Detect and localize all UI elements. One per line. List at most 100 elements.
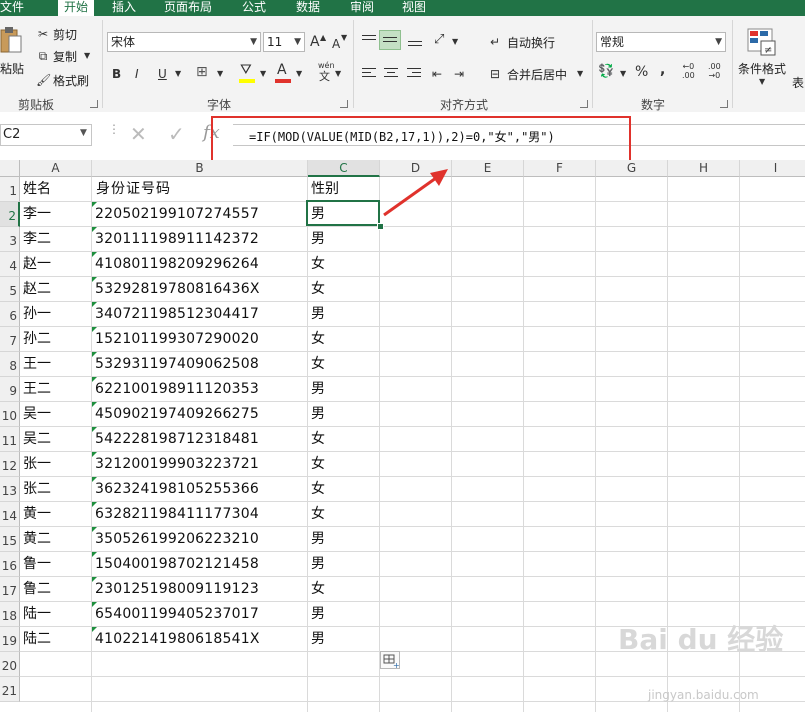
- tab-5[interactable]: 数据: [296, 0, 320, 16]
- cell-gender[interactable]: 女: [311, 279, 325, 299]
- header-name[interactable]: 姓名: [23, 179, 51, 199]
- alignment-launcher-icon[interactable]: [580, 100, 588, 108]
- chevron-down-icon[interactable]: ▼: [80, 128, 87, 138]
- fill-color-icon[interactable]: ⛛: [240, 62, 252, 78]
- number-launcher-icon[interactable]: [720, 100, 728, 108]
- chevron-down-icon[interactable]: ▼: [335, 66, 341, 82]
- font-launcher-icon[interactable]: [340, 100, 348, 108]
- column-header-b[interactable]: B: [92, 160, 308, 177]
- cell-id[interactable]: 41022141980618541X: [95, 629, 260, 649]
- row-header-19[interactable]: 19: [0, 627, 20, 652]
- row-header-4[interactable]: 4: [0, 252, 20, 277]
- row-header-18[interactable]: 18: [0, 602, 20, 627]
- align-center-icon[interactable]: [384, 68, 398, 80]
- cell-name[interactable]: 吴一: [23, 404, 51, 424]
- cell-gender[interactable]: 男: [311, 379, 325, 399]
- border-icon[interactable]: ⊞: [196, 64, 208, 80]
- cell-name[interactable]: 吴二: [23, 429, 51, 449]
- bold-button[interactable]: B: [112, 66, 121, 82]
- format-table-label[interactable]: 表: [792, 74, 804, 91]
- align-middle-button[interactable]: [379, 30, 401, 50]
- cell-gender[interactable]: 女: [311, 454, 325, 474]
- align-right-icon[interactable]: [407, 68, 421, 80]
- underline-button[interactable]: U: [158, 66, 167, 82]
- column-header-a[interactable]: A: [20, 160, 92, 177]
- cell-id[interactable]: 320111198911142372: [95, 229, 259, 249]
- fill-handle[interactable]: [377, 223, 384, 230]
- row-header-9[interactable]: 9: [0, 377, 20, 402]
- cell-gender[interactable]: 男: [311, 304, 325, 324]
- cell-id[interactable]: 340721198512304417: [95, 304, 259, 324]
- tab-1[interactable]: 开始: [58, 0, 95, 16]
- column-header-g[interactable]: G: [596, 160, 668, 177]
- shrink-font-button[interactable]: A: [332, 36, 340, 52]
- cell-name[interactable]: 孙一: [23, 304, 51, 324]
- chevron-down-icon[interactable]: ▼: [260, 66, 266, 82]
- cell-name[interactable]: 鲁一: [23, 554, 51, 574]
- row-header-17[interactable]: 17: [0, 577, 20, 602]
- cell-id[interactable]: 622100198911120353: [95, 379, 259, 399]
- row-header-16[interactable]: 16: [0, 552, 20, 577]
- row-header-1[interactable]: 1: [0, 177, 20, 202]
- cancel-icon[interactable]: ✕: [130, 122, 147, 146]
- row-header-12[interactable]: 12: [0, 452, 20, 477]
- row-header-20[interactable]: 20: [0, 652, 20, 677]
- cell-gender[interactable]: 男: [311, 604, 325, 624]
- cell-name[interactable]: 李一: [23, 204, 51, 224]
- row-header-11[interactable]: 11: [0, 427, 20, 452]
- cell-name[interactable]: 赵一: [23, 254, 51, 274]
- paste-button[interactable]: 粘贴: [0, 24, 26, 84]
- row-header-13[interactable]: 13: [0, 477, 20, 502]
- row-header-3[interactable]: 3: [0, 227, 20, 252]
- cell-gender[interactable]: 男: [311, 404, 325, 424]
- cell-id[interactable]: 350526199206223210: [95, 529, 259, 549]
- font-color-button[interactable]: A: [277, 62, 287, 78]
- cell-id[interactable]: 542228198712318481: [95, 429, 259, 449]
- cell-id[interactable]: 362324198105255366: [95, 479, 259, 499]
- cell-id[interactable]: 654001199405237017: [95, 604, 259, 624]
- cell-id[interactable]: 450902197409266275: [95, 404, 259, 424]
- cell-name[interactable]: 王一: [23, 354, 51, 374]
- cell-gender[interactable]: 女: [311, 254, 325, 274]
- cell-id[interactable]: 532931197409062508: [95, 354, 259, 374]
- column-header-e[interactable]: E: [452, 160, 524, 177]
- header-id[interactable]: 身份证号码: [96, 179, 171, 199]
- row-header-8[interactable]: 8: [0, 352, 20, 377]
- align-top-icon[interactable]: [362, 34, 376, 46]
- cell-name[interactable]: 陆一: [23, 604, 51, 624]
- column-header-c[interactable]: C: [308, 160, 380, 177]
- column-header-d[interactable]: D: [380, 160, 452, 177]
- tab-0[interactable]: 文件: [0, 0, 24, 16]
- tab-7[interactable]: 视图: [402, 0, 426, 16]
- chevron-down-icon[interactable]: ▼: [620, 66, 626, 82]
- cell-id[interactable]: 220502199107274557: [95, 204, 259, 224]
- chevron-down-icon[interactable]: ▼: [175, 66, 181, 82]
- header-gender[interactable]: 性别: [311, 179, 339, 199]
- column-header-h[interactable]: H: [668, 160, 740, 177]
- cell-name[interactable]: 张二: [23, 479, 51, 499]
- clipboard-launcher-icon[interactable]: [90, 100, 98, 108]
- row-header-14[interactable]: 14: [0, 502, 20, 527]
- cell-name[interactable]: 陆二: [23, 629, 51, 649]
- cell-name[interactable]: 黄一: [23, 504, 51, 524]
- chevron-down-icon[interactable]: ▼: [452, 34, 458, 50]
- currency-icon[interactable]: 💱: [598, 64, 614, 80]
- tab-4[interactable]: 公式: [242, 0, 266, 16]
- font-name-combo[interactable]: 宋体 ▼: [107, 32, 261, 52]
- enter-icon[interactable]: ✓: [168, 122, 185, 146]
- cell-gender[interactable]: 女: [311, 354, 325, 374]
- cell-name[interactable]: 李二: [23, 229, 51, 249]
- cell-gender[interactable]: 男: [311, 554, 325, 574]
- row-header-6[interactable]: 6: [0, 302, 20, 327]
- decrease-indent-icon[interactable]: ⇤: [432, 66, 442, 82]
- align-bottom-icon[interactable]: [408, 34, 422, 46]
- row-header-7[interactable]: 7: [0, 327, 20, 352]
- chevron-down-icon[interactable]: ▼: [296, 66, 302, 82]
- increase-indent-icon[interactable]: ⇥: [454, 66, 464, 82]
- tab-3[interactable]: 页面布局: [164, 0, 212, 16]
- comma-button[interactable]: ,: [660, 62, 665, 78]
- italic-button[interactable]: I: [135, 66, 139, 82]
- font-size-combo[interactable]: 11 ▼: [263, 32, 305, 52]
- cell-gender[interactable]: 女: [311, 504, 325, 524]
- cell-id[interactable]: 150400198702121458: [95, 554, 259, 574]
